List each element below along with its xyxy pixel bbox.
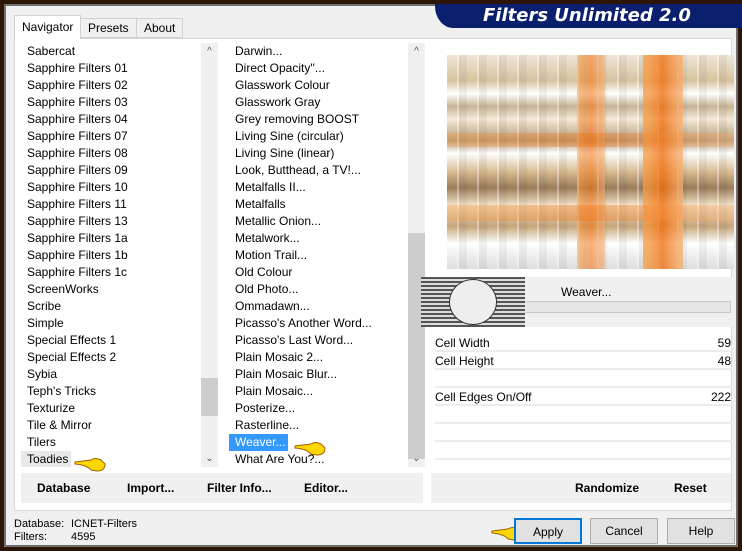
navigator-panel: Sabercat Sapphire Filters 01 Sapphire Filt… [14, 38, 734, 511]
list-item[interactable]: Sapphire Filters 1c [21, 264, 201, 281]
scroll-thumb[interactable] [201, 378, 218, 416]
list-item[interactable]: Picasso's Another Word... [229, 315, 407, 332]
list-item[interactable]: Glasswork Colour [229, 77, 407, 94]
list-item[interactable]: Look, Butthead, a TV!... [229, 162, 407, 179]
scroll-down-icon[interactable]: ⌄ [201, 450, 218, 467]
list-item[interactable]: Plain Mosaic 2... [229, 349, 407, 366]
list-item[interactable]: Sapphire Filters 10 [21, 179, 201, 196]
list-item[interactable]: Metalfalls [229, 196, 407, 213]
filter-name: Weaver... [561, 285, 612, 299]
list-item[interactable]: Plain Mosaic Blur... [229, 366, 407, 383]
list-item[interactable]: Sapphire Filters 09 [21, 162, 201, 179]
import-button[interactable]: Import... [127, 481, 174, 495]
list-item[interactable]: Metalfalls II... [229, 179, 407, 196]
list-item[interactable]: Sapphire Filters 07 [21, 128, 201, 145]
filter-list[interactable]: Darwin... Direct Opacity''... Glasswork Co… [229, 43, 407, 467]
param-empty [435, 443, 733, 460]
scroll-thumb[interactable] [408, 233, 425, 459]
list-item[interactable]: Living Sine (linear) [229, 145, 407, 162]
list-item[interactable]: Scribe [21, 298, 201, 315]
list-item[interactable]: Toadies [21, 451, 72, 467]
param-empty [435, 371, 733, 388]
scroll-up-icon[interactable]: ^ [408, 43, 425, 60]
list-item[interactable]: Plain Mosaic... [229, 383, 407, 400]
list-item[interactable]: Metallic Onion... [229, 213, 407, 230]
param-cell-height[interactable]: Cell Height 48 [435, 353, 733, 370]
list-item[interactable]: Teph's Tricks [21, 383, 201, 400]
list-item[interactable]: Sapphire Filters 03 [21, 94, 201, 111]
list-item[interactable]: Sapphire Filters 1b [21, 247, 201, 264]
list-item[interactable]: Sapphire Filters 13 [21, 213, 201, 230]
list-item[interactable]: Simple [21, 315, 201, 332]
list-item[interactable]: Old Photo... [229, 281, 407, 298]
param-cell-width[interactable]: Cell Width 59 [435, 335, 733, 352]
pointing-hand-icon [293, 439, 327, 457]
list-item[interactable]: Special Effects 2 [21, 349, 201, 366]
tab-about[interactable]: About [136, 18, 184, 38]
tab-navigator[interactable]: Navigator [14, 15, 82, 39]
list-item[interactable]: Darwin... [229, 43, 407, 60]
category-scrollbar[interactable]: ^ ⌄ [201, 43, 218, 467]
list-item[interactable]: Tile & Mirror [21, 417, 201, 434]
param-empty [435, 425, 733, 442]
reset-button[interactable]: Reset [674, 481, 707, 495]
watermark-logo [421, 277, 525, 327]
list-item[interactable]: Metalwork... [229, 230, 407, 247]
param-cell-edges[interactable]: Cell Edges On/Off 222 [435, 389, 733, 406]
list-item[interactable]: Weaver... [229, 434, 289, 451]
status-info: Database: ICNET-Filters Filters: 4595 [14, 518, 137, 543]
list-item[interactable]: Ommadawn... [229, 298, 407, 315]
list-item[interactable]: Special Effects 1 [21, 332, 201, 349]
list-item[interactable]: Direct Opacity''... [229, 60, 407, 77]
list-item[interactable]: Texturize [21, 400, 201, 417]
title-banner: Filters Unlimited 2.0 [435, 4, 742, 28]
apply-button[interactable]: Apply [514, 518, 582, 544]
list-item[interactable]: Glasswork Gray [229, 94, 407, 111]
scroll-up-icon[interactable]: ^ [201, 43, 218, 60]
param-empty [435, 407, 733, 424]
category-list[interactable]: Sabercat Sapphire Filters 01 Sapphire Filt… [21, 43, 201, 467]
tab-presets[interactable]: Presets [80, 18, 137, 38]
help-button[interactable]: Help [667, 518, 735, 544]
filters-count: 4595 [71, 531, 96, 543]
filters-unlimited-dialog: Filters Unlimited 2.0 Navigator Presets … [4, 4, 742, 547]
database-value: ICNET-Filters [71, 518, 137, 530]
preview-image [447, 55, 734, 269]
database-button[interactable]: Database [37, 481, 90, 495]
list-item[interactable]: Rasterline... [229, 417, 407, 434]
list-item[interactable]: Sapphire Filters 01 [21, 60, 201, 77]
list-item[interactable]: Sybia [21, 366, 201, 383]
list-item[interactable]: Tilers [21, 434, 201, 451]
filter-info-button[interactable]: Filter Info... [207, 481, 272, 495]
list-item[interactable]: Sapphire Filters 04 [21, 111, 201, 128]
list-item[interactable]: Sapphire Filters 1a [21, 230, 201, 247]
list-item[interactable]: Sapphire Filters 08 [21, 145, 201, 162]
list-item[interactable]: Posterize... [229, 400, 407, 417]
randomize-button[interactable]: Randomize [575, 481, 639, 495]
param-button-row: Randomize Reset [431, 473, 731, 503]
scroll-down-icon[interactable]: ⌄ [408, 450, 425, 467]
editor-button[interactable]: Editor... [304, 481, 348, 495]
navigator-button-row: Database Import... Filter Info... Editor… [21, 473, 423, 503]
list-item[interactable]: Living Sine (circular) [229, 128, 407, 145]
list-item[interactable]: Sapphire Filters 11 [21, 196, 201, 213]
list-item[interactable]: Sapphire Filters 02 [21, 77, 201, 94]
list-item[interactable]: Old Colour [229, 264, 407, 281]
list-item[interactable]: Motion Trail... [229, 247, 407, 264]
filter-scrollbar[interactable]: ^ ⌄ [408, 43, 425, 467]
cancel-button[interactable]: Cancel [590, 518, 658, 544]
list-item[interactable]: Sabercat [21, 43, 201, 60]
list-item[interactable]: Grey removing BOOST [229, 111, 407, 128]
pointing-hand-icon [73, 455, 107, 473]
list-item[interactable]: ScreenWorks [21, 281, 201, 298]
list-item[interactable]: Picasso's Last Word... [229, 332, 407, 349]
